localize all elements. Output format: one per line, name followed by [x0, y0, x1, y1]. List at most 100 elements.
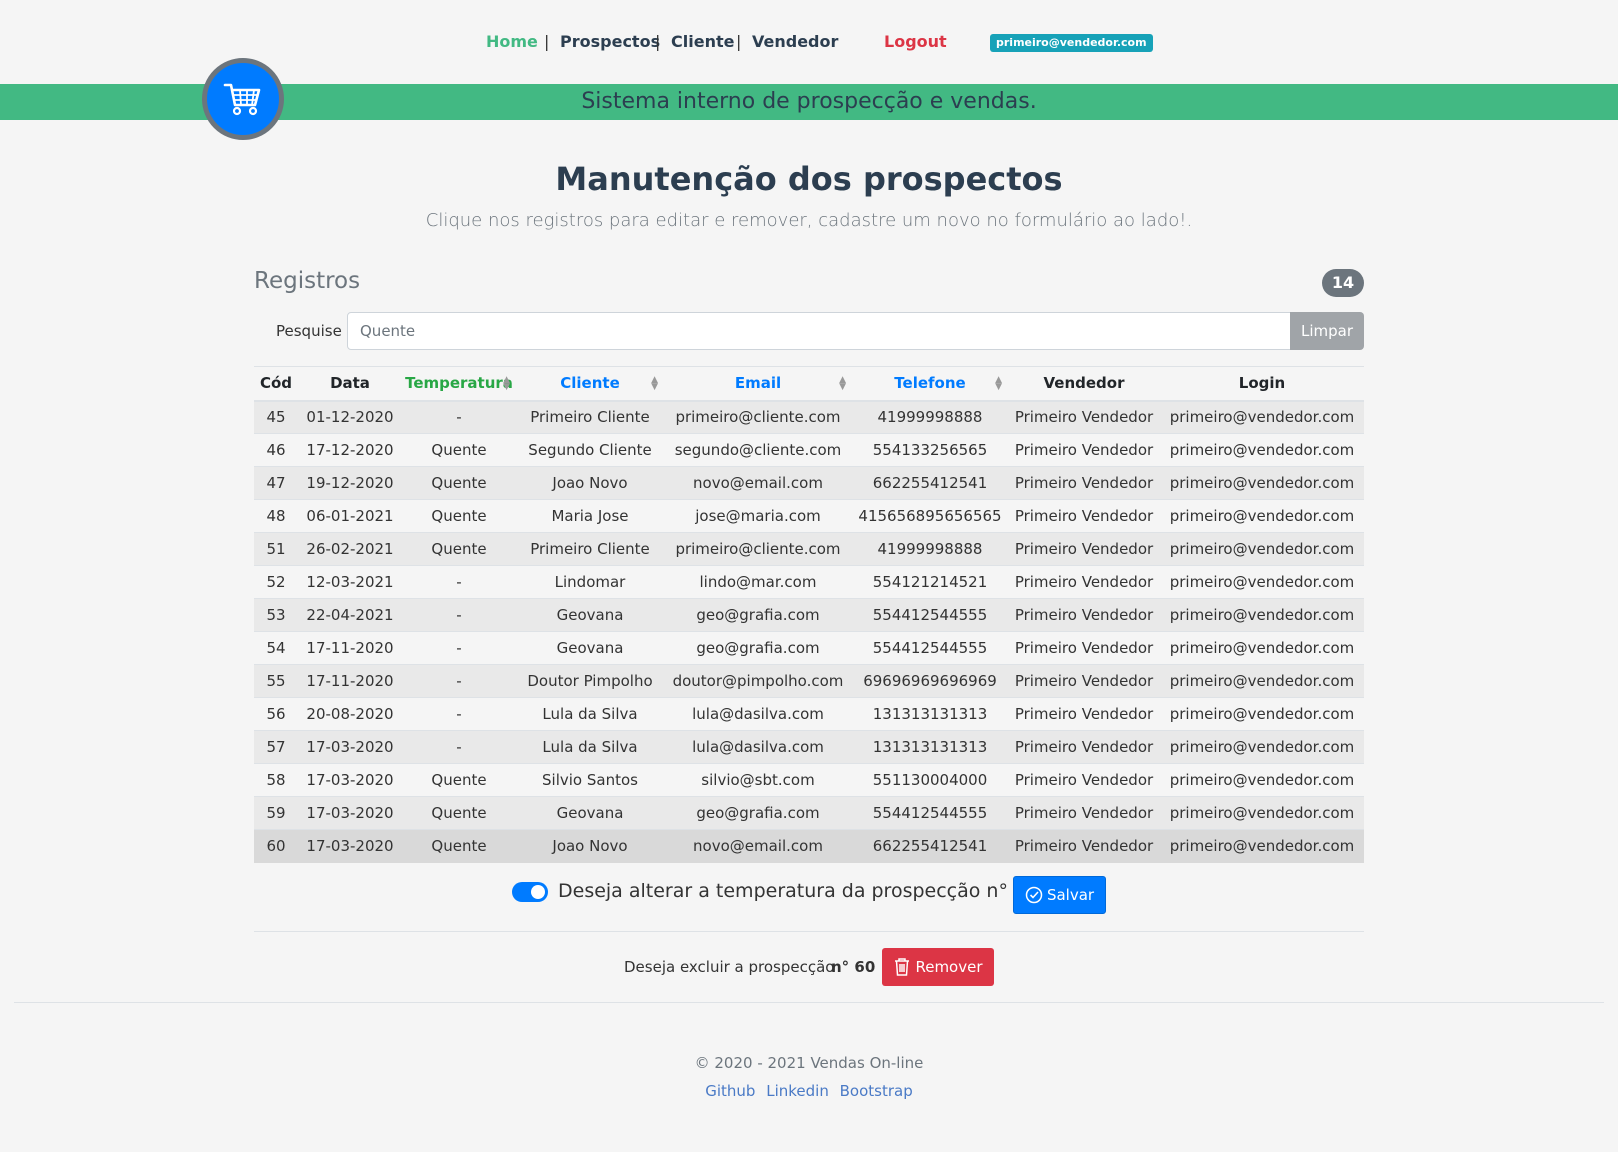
cell-email: novo@email.com — [664, 466, 852, 500]
remove-button-label: Remover — [915, 958, 983, 976]
table-row[interactable]: 55 17-11-2020- Doutor Pimpolho doutor@pimpo… — [254, 664, 1364, 698]
cell-email: primeiro@cliente.com — [664, 532, 852, 566]
nav-prospectos-link[interactable]: Prospectos — [560, 32, 660, 51]
cell-telefone: 554412544555 — [852, 631, 1008, 665]
user-email-badge: primeiro@vendedor.com — [990, 34, 1153, 52]
cell-temperatura: Quente — [402, 433, 516, 467]
records-count-badge: 14 — [1322, 269, 1364, 297]
cell-temperatura: - — [402, 664, 516, 698]
footer-divider — [14, 1002, 1604, 1003]
cell-temperatura: Quente — [402, 532, 516, 566]
sort-icon: ▲ ▼ — [995, 375, 1002, 392]
cell-vendedor: Primeiro Vendedor — [1008, 631, 1160, 665]
logout-link[interactable]: Logout — [884, 32, 947, 51]
footer-links: Github Linkedin Bootstrap — [0, 1082, 1618, 1100]
nav-home-link[interactable]: Home — [486, 32, 538, 51]
cell-cliente: Primeiro Cliente — [516, 532, 664, 566]
search-input[interactable] — [347, 312, 1291, 350]
cell-email: geo@grafia.com — [664, 796, 852, 830]
cell-data: 20-08-2020 — [298, 697, 402, 731]
cell-login: primeiro@vendedor.com — [1160, 631, 1364, 665]
cell-cliente: Maria Jose — [516, 499, 664, 533]
page-title: Manutenção dos prospectos — [555, 160, 1063, 198]
bootstrap-link[interactable]: Bootstrap — [840, 1082, 913, 1100]
linkedin-link[interactable]: Linkedin — [766, 1082, 829, 1100]
page-subtitle: Clique nos registros para editar e remov… — [425, 210, 1193, 231]
cell-email: geo@grafia.com — [664, 631, 852, 665]
cell-email: silvio@sbt.com — [664, 763, 852, 797]
cell-data: 17-03-2020 — [298, 730, 402, 764]
table-row[interactable]: 48 06-01-2021 Quente Maria Jose jose@maria.c… — [254, 499, 1364, 533]
cell-cod: 60 — [254, 829, 298, 863]
cell-data: 01-12-2020 — [298, 400, 402, 434]
table-row[interactable]: 56 20-08-2020- Lula da Silva lula@dasilva.c… — [254, 697, 1364, 731]
cell-login: primeiro@vendedor.com — [1160, 499, 1364, 533]
cell-login: primeiro@vendedor.com — [1160, 796, 1364, 830]
table-row[interactable]: 58 17-03-2020 Quente Silvio Santos silvio@sb… — [254, 763, 1364, 797]
cell-temperatura: - — [402, 400, 516, 434]
trash-icon — [895, 958, 910, 976]
cell-email: lindo@mar.com — [664, 565, 852, 599]
cell-cod: 45 — [254, 400, 298, 434]
cell-cod: 48 — [254, 499, 298, 533]
cell-cod: 55 — [254, 664, 298, 698]
save-button-label: Salvar — [1046, 886, 1095, 904]
cell-cod: 54 — [254, 631, 298, 665]
table-row[interactable]: 52 12-03-2021- Lindomar lindo@mar.com 554121… — [254, 565, 1364, 599]
cell-vendedor: Primeiro Vendedor — [1008, 796, 1160, 830]
cell-cod: 58 — [254, 763, 298, 797]
cell-cod: 56 — [254, 697, 298, 731]
cell-telefone: 554121214521 — [852, 565, 1008, 599]
cell-data: 19-12-2020 — [298, 466, 402, 500]
cell-telefone: 551130004000 — [852, 763, 1008, 797]
github-link[interactable]: Github — [705, 1082, 755, 1100]
table-row[interactable]: 51 26-02-2021 Quente Primeiro Cliente primei… — [254, 532, 1364, 566]
cell-vendedor: Primeiro Vendedor — [1008, 763, 1160, 797]
cell-login: primeiro@vendedor.com — [1160, 433, 1364, 467]
cell-vendedor: Primeiro Vendedor — [1008, 532, 1160, 566]
header-email-label: Email — [734, 374, 782, 393]
header-cliente[interactable]: Cliente ▲ ▼ — [516, 366, 664, 402]
cell-vendedor: Primeiro Vendedor — [1008, 829, 1160, 863]
table-row[interactable]: 47 19-12-2020 Quente Joao Novo novo@email.co… — [254, 466, 1364, 500]
nav-separator: | — [655, 32, 661, 51]
cell-vendedor: Primeiro Vendedor — [1008, 730, 1160, 764]
cell-vendedor: Primeiro Vendedor — [1008, 400, 1160, 434]
cell-email: jose@maria.com — [664, 499, 852, 533]
table-row[interactable]: 57 17-03-2020- Lula da Silva lula@dasilva.c… — [254, 730, 1364, 764]
save-button[interactable]: Salvar — [1013, 876, 1106, 914]
cell-cod: 57 — [254, 730, 298, 764]
table-row[interactable]: 45 01-12-2020- Primeiro Cliente primeiro@cl… — [254, 400, 1364, 434]
remove-button[interactable]: Remover — [882, 948, 994, 986]
cell-vendedor: Primeiro Vendedor — [1008, 664, 1160, 698]
cell-email: lula@dasilva.com — [664, 697, 852, 731]
logo[interactable] — [202, 58, 284, 140]
header-telefone[interactable]: Telefone ▲ ▼ — [852, 366, 1008, 402]
cell-email: geo@grafia.com — [664, 598, 852, 632]
nav-cliente-link[interactable]: Cliente — [671, 32, 734, 51]
cell-telefone: 69696969696969 — [852, 664, 1008, 698]
cell-vendedor: Primeiro Vendedor — [1008, 598, 1160, 632]
header-email[interactable]: Email ▲ ▼ — [664, 366, 852, 402]
header-vendedor: Vendedor — [1008, 366, 1160, 402]
table-row[interactable]: 60 17-03-2020 Quente Joao Novo novo@email.co… — [254, 829, 1364, 863]
registros-title: Registros — [254, 268, 361, 294]
cell-cliente: Segundo Cliente — [516, 433, 664, 467]
table-row[interactable]: 59 17-03-2020 Quente Geovana geo@grafia.com 5… — [254, 796, 1364, 830]
cell-telefone: 41999998888 — [852, 532, 1008, 566]
cell-data: 17-11-2020 — [298, 631, 402, 665]
cell-email: doutor@pimpolho.com — [664, 664, 852, 698]
header-data: Data — [298, 366, 402, 402]
table-row[interactable]: 46 17-12-2020 Quente Segundo Cliente segundo… — [254, 433, 1364, 467]
header-temperatura[interactable]: Temperatura ▲ ▼ — [402, 366, 516, 402]
temperature-toggle-switch[interactable] — [512, 882, 548, 902]
table-row[interactable]: 54 17-11-2020- Geovana geo@grafia.com 554412… — [254, 631, 1364, 665]
clear-search-button[interactable]: Limpar — [1290, 312, 1364, 350]
table-row[interactable]: 53 22-04-2021- Geovana geo@grafia.com 554412… — [254, 598, 1364, 632]
cell-data: 22-04-2021 — [298, 598, 402, 632]
sort-icon: ▲ ▼ — [839, 375, 846, 392]
cell-temperatura: Quente — [402, 499, 516, 533]
nav-vendedor-link[interactable]: Vendedor — [752, 32, 838, 51]
header-telefone-label: Telefone — [894, 374, 966, 393]
header-cliente-label: Cliente — [560, 374, 620, 393]
